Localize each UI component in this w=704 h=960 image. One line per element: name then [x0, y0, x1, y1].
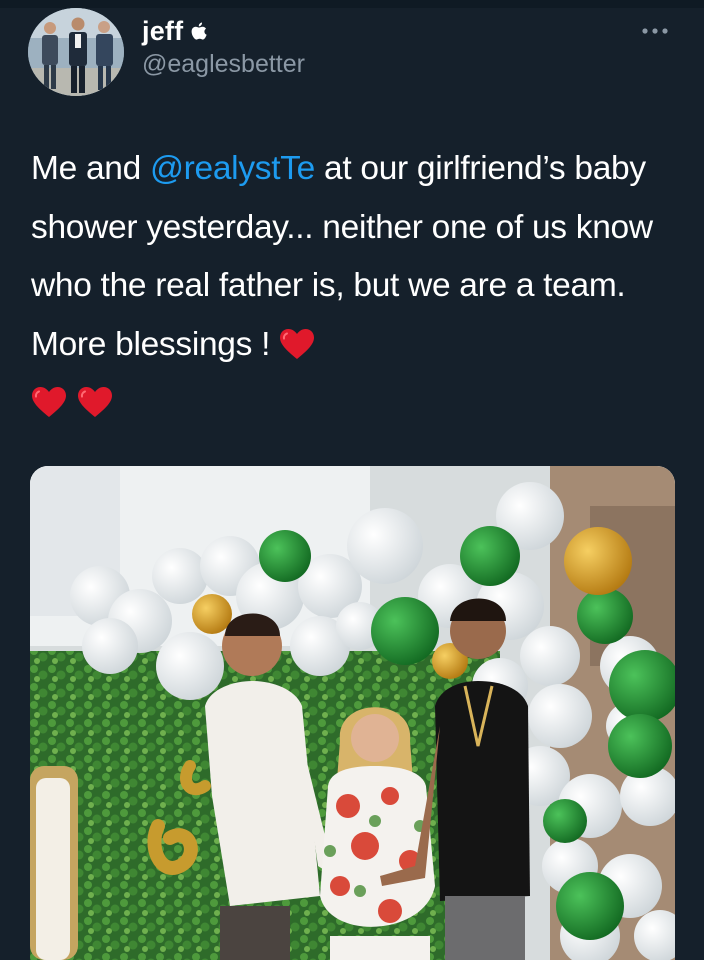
tweet-photo[interactable]: [30, 466, 675, 960]
display-name[interactable]: jeff: [142, 16, 183, 47]
avatar-photo-icon: [28, 8, 124, 96]
user-handle[interactable]: @eaglesbetter: [142, 50, 305, 79]
avatar[interactable]: [28, 8, 124, 96]
top-divider: [0, 0, 704, 8]
mention-link[interactable]: @realystTe: [150, 150, 315, 187]
more-dots-icon[interactable]: [640, 24, 670, 38]
user-name-row[interactable]: jeff: [142, 16, 207, 47]
red-heart-icon: [32, 387, 66, 417]
tweet-text: Me and @realystTe at our girlfriend’s ba…: [31, 140, 681, 433]
baby-shower-photo-icon: [30, 466, 675, 960]
apple-icon: [191, 22, 207, 40]
red-heart-icon: [280, 328, 315, 359]
red-heart-icon: [78, 387, 112, 417]
tweet-text-part-1: Me and: [31, 150, 150, 187]
